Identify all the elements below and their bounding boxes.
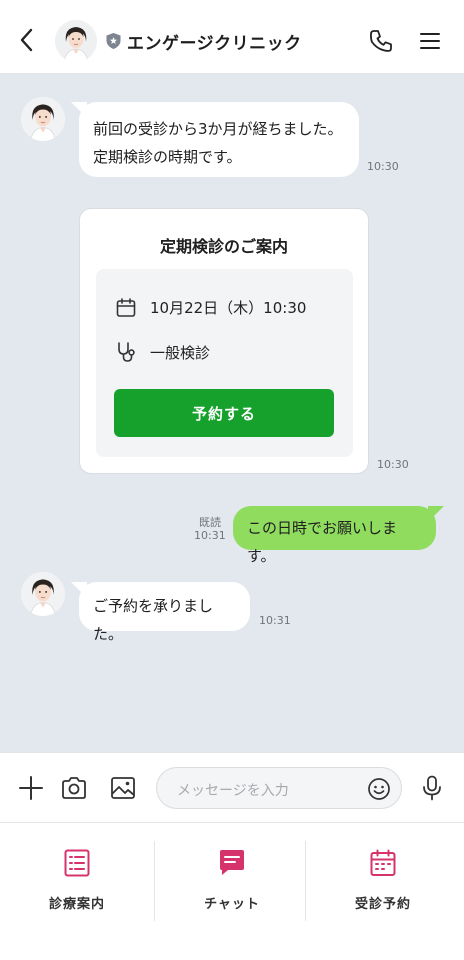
chat-icon [220, 850, 244, 875]
appointment-datetime-row: 10月22日（木）10:30 [116, 297, 306, 318]
card-details: 10月22日（木）10:30 一般検診 予約する [96, 269, 353, 457]
nav-label: 診療案内 [48, 897, 105, 912]
read-receipt: 既読 [199, 516, 221, 529]
appointment-datetime: 10月22日（木）10:30 [150, 299, 307, 317]
message-bubble-sent[interactable]: この日時でお願いします。 [233, 506, 436, 565]
reserve-button[interactable]: 予約する [114, 389, 334, 437]
microphone-icon[interactable] [421, 775, 443, 801]
calendar-icon [116, 297, 136, 317]
header: エンゲージクリニック [0, 0, 464, 74]
nav-label: チャット [204, 897, 260, 912]
doctor-avatar-icon [21, 572, 65, 616]
nav-item-consultation-info[interactable]: 診療案内 [0, 823, 154, 960]
sender-avatar[interactable] [21, 572, 65, 616]
verified-shield-icon [106, 33, 121, 49]
message-time: 10:31 [259, 614, 291, 627]
clinic-avatar[interactable] [55, 20, 97, 62]
image-icon[interactable] [110, 775, 136, 801]
message-input[interactable]: メッセージを入力 [156, 767, 402, 809]
chat-title: エンゲージクリニック [127, 34, 302, 54]
message-bubble-received[interactable]: 前回の受診から3か月が経ちました。 定期検診の時期です。 [79, 102, 359, 177]
message-time: 10:31 [194, 529, 226, 542]
phone-icon[interactable] [368, 28, 394, 54]
doctor-avatar-icon [55, 20, 97, 62]
nav-label: 受診予約 [354, 897, 411, 912]
camera-icon[interactable] [61, 775, 87, 801]
emoji-icon[interactable] [367, 777, 391, 801]
message-time: 10:30 [377, 458, 409, 471]
chat-area[interactable]: 前回の受診から3か月が経ちました。 定期検診の時期です。 10:30 定期検診の… [0, 74, 464, 752]
appointment-type-row: 一般検診 [116, 341, 210, 363]
message-time: 10:30 [367, 160, 399, 173]
message-text: 定期検診の時期です。 [93, 148, 242, 166]
hamburger-menu-icon[interactable] [418, 29, 442, 53]
message-bubble-received[interactable]: ご予約を承りました。 [79, 582, 250, 643]
calendar-icon [370, 849, 396, 876]
appointment-type: 一般検診 [150, 343, 211, 362]
nav-item-chat[interactable]: チャット [155, 823, 309, 960]
message-text: 前回の受診から3か月が経ちました。 [93, 120, 343, 138]
message-text: ご予約を承りました。 [93, 597, 214, 643]
message-text: この日時でお願いします。 [247, 519, 398, 565]
message-input-placeholder: メッセージを入力 [177, 783, 289, 799]
message-input-bar: メッセージを入力 [0, 752, 464, 822]
nav-item-appointment[interactable]: 受診予約 [306, 823, 460, 960]
stethoscope-icon [118, 342, 135, 362]
sender-avatar[interactable] [21, 97, 65, 141]
doctor-avatar-icon [21, 97, 65, 141]
checkup-card: 定期検診のご案内 10月22日（木）10:30 一般検診 予約する [79, 208, 369, 474]
card-title: 定期検診のご案内 [159, 237, 288, 256]
back-arrow-icon[interactable] [14, 27, 40, 53]
bottom-navigation: 診療案内 チャット 受診予約 [0, 822, 464, 960]
plus-icon[interactable] [18, 775, 44, 801]
list-icon [64, 849, 90, 877]
